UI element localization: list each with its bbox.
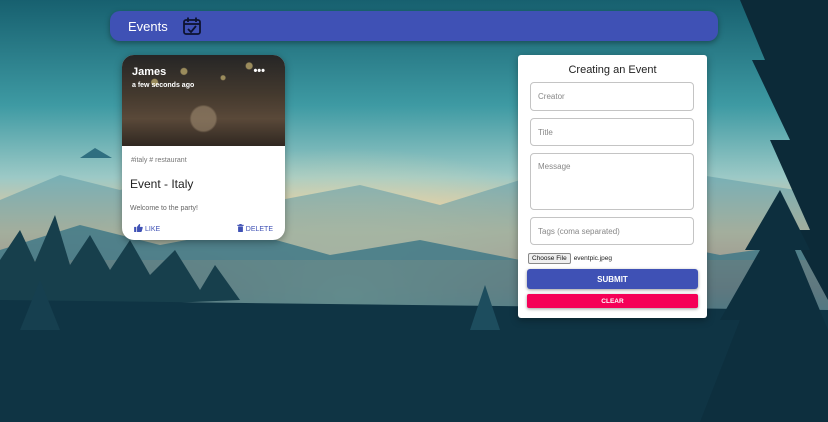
post-image: James a few seconds ago ••• [122,55,285,146]
more-horizontal-icon[interactable]: ••• [253,65,265,77]
submit-button[interactable]: SUBMIT [527,269,698,289]
message-textarea[interactable] [530,153,694,210]
post-message: Welcome to the party! [130,205,198,212]
file-picker: Choose File eventpic.jpeg [528,253,612,264]
post-tags: #italy # restaurant [131,157,187,164]
create-event-form: Creating an Event Choose File eventpic.j… [518,55,707,318]
form-heading: Creating an Event [568,64,657,76]
post-timestamp: a few seconds ago [132,82,195,89]
app-title[interactable]: Events [128,19,168,34]
creator-input[interactable] [530,82,694,111]
choose-file-button[interactable]: Choose File [528,253,571,264]
like-button[interactable]: LIKE [134,224,160,234]
selected-file-name: eventpic.jpeg [573,255,612,262]
app-bar: Events [110,11,718,41]
trash-icon [237,224,246,234]
clear-button[interactable]: CLEAR [527,294,698,308]
thumb-up-icon [134,224,145,234]
like-label: LIKE [145,225,161,233]
post-author: James [132,66,167,78]
delete-label: DELETE [245,225,273,233]
post-title: Event - Italy [130,177,194,191]
event-post-card: James a few seconds ago ••• #italy # res… [122,55,285,240]
tags-input[interactable] [530,217,694,245]
title-input[interactable] [530,118,694,146]
calendar-check-icon[interactable] [182,16,202,36]
delete-button[interactable]: DELETE [237,224,273,234]
